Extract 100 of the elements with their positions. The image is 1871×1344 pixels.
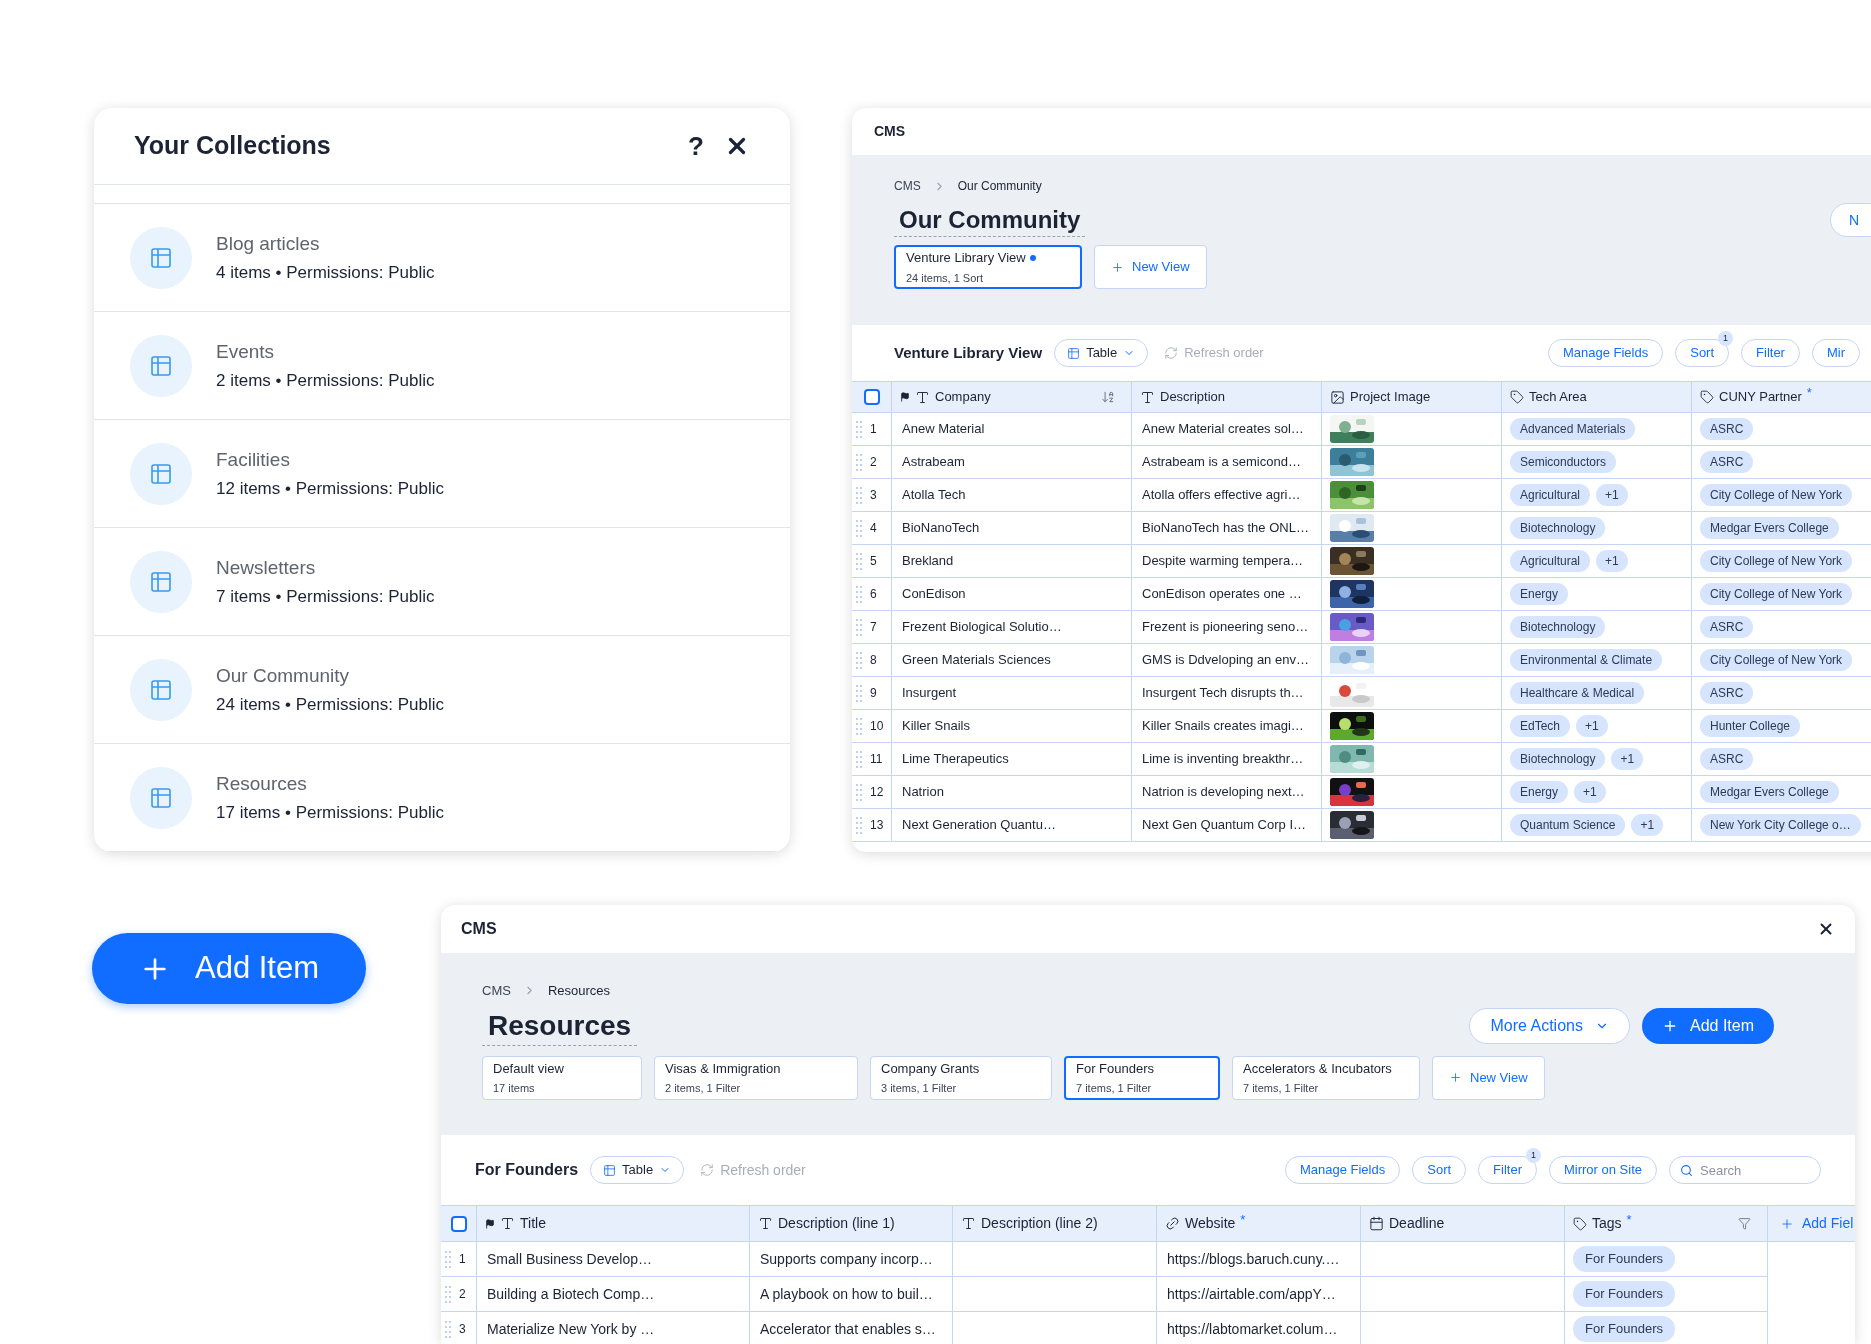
collection-item[interactable]: Blog articles 4 items • Permissions: Public — [94, 204, 790, 312]
breadcrumb-link[interactable]: Resources — [547, 981, 611, 1001]
collection-name: Our Community — [216, 663, 351, 688]
view-tab[interactable]: Company Grants 3 items, 1 Filter — [870, 1055, 1052, 1100]
drag-handle-icon[interactable] — [445, 1320, 451, 1338]
search-field[interactable]: Search — [1669, 1156, 1821, 1184]
filter-icon[interactable] — [1738, 1217, 1751, 1230]
collection-item[interactable]: Resources 17 items • Permissions: Public — [94, 744, 790, 852]
add-item-button[interactable]: Add Item — [1641, 1008, 1774, 1044]
column-header[interactable]: Website — [1185, 1213, 1236, 1234]
drag-handle-icon[interactable] — [445, 1250, 451, 1268]
view-tab[interactable]: For Founders 7 items, 1 Filter — [1064, 1055, 1220, 1100]
calendar-icon — [1369, 1216, 1384, 1231]
more-tags-pill[interactable]: +1 — [1596, 484, 1628, 506]
table-cell: https://labtomarket.colum… — [1157, 1312, 1361, 1344]
collection-item[interactable]: Events 2 items • Permissions: Public — [94, 312, 790, 420]
view-tab[interactable]: Visas & Immigration 2 items, 1 Filter — [654, 1055, 858, 1100]
table-cell: Small Business Develop… — [477, 1242, 750, 1277]
column-header[interactable]: Project Image — [1350, 387, 1431, 407]
toolbar-button[interactable]: Filter — [1741, 339, 1800, 367]
more-actions-button[interactable]: More Actions — [1469, 1008, 1630, 1044]
row-number: 7 — [870, 619, 877, 636]
actions-button[interactable]: N — [1830, 203, 1871, 237]
column-header[interactable]: CUNY Partner — [1719, 387, 1802, 407]
drag-handle-icon[interactable] — [856, 486, 862, 504]
drag-handle-icon[interactable] — [856, 552, 862, 570]
collection-item[interactable]: Our Community 24 items • Permissions: Public — [94, 636, 790, 744]
toolbar-button[interactable]: Manage Fields — [1547, 339, 1664, 367]
drag-handle-icon[interactable] — [856, 717, 862, 735]
more-tags-pill[interactable]: +1 — [1596, 550, 1628, 572]
table-cell: Natrion — [892, 776, 1132, 809]
table-cell: GMS is Ddveloping an env… — [1132, 644, 1322, 677]
tag-pill: Biotechnology — [1510, 748, 1606, 770]
window-title: CMS — [874, 122, 906, 141]
table-cell: Next Gen Quantum Corp I… — [1132, 809, 1322, 842]
drag-handle-icon[interactable] — [856, 750, 862, 768]
sort-icon[interactable] — [1101, 390, 1115, 404]
drag-handle-icon[interactable] — [856, 651, 862, 669]
table-cell: BioNanoTech has the ONL… — [1132, 512, 1322, 545]
more-tags-pill[interactable]: +1 — [1631, 814, 1664, 836]
column-header[interactable]: Description (line 2) — [981, 1213, 1098, 1234]
breadcrumb-link[interactable]: Our Community — [957, 177, 1042, 195]
more-tags-pill[interactable]: +1 — [1576, 715, 1608, 737]
column-header[interactable]: Deadline — [1389, 1213, 1445, 1234]
column-header[interactable]: Tags — [1592, 1213, 1622, 1234]
page-title: Resources — [482, 1006, 638, 1046]
column-header[interactable]: Description — [1160, 387, 1226, 407]
table-cell: Accelerator that enables s… — [750, 1312, 953, 1344]
drag-handle-icon[interactable] — [445, 1285, 451, 1303]
drag-handle-icon[interactable] — [856, 420, 862, 438]
new-view-button[interactable]: New View — [1432, 1055, 1545, 1100]
drag-handle-icon[interactable] — [856, 453, 862, 471]
drag-handle-icon[interactable] — [856, 783, 862, 801]
drag-handle-icon[interactable] — [856, 585, 862, 603]
collection-details: 12 items • Permissions: Public — [216, 478, 444, 500]
row-number: 13 — [870, 817, 884, 834]
table-cell: Materialize New York by … — [477, 1312, 750, 1344]
drag-handle-icon[interactable] — [856, 519, 862, 537]
table-cell: Green Materials Sciences — [892, 644, 1132, 677]
column-header[interactable]: Description (line 1) — [778, 1213, 895, 1234]
drag-handle-icon[interactable] — [856, 684, 862, 702]
collection-name: Resources — [216, 771, 308, 796]
breadcrumb-link[interactable]: CMS — [482, 981, 511, 1001]
layout-dropdown[interactable]: Table — [590, 1156, 685, 1184]
breadcrumb-link[interactable]: CMS — [894, 177, 921, 195]
toolbar-button[interactable]: Manage Fields — [1284, 1156, 1401, 1184]
tag-pill: Advanced Materials — [1510, 418, 1636, 440]
help-button[interactable]: ? — [688, 126, 704, 166]
more-tags-pill[interactable]: +1 — [1574, 781, 1606, 803]
column-header[interactable]: Tech Area — [1529, 387, 1587, 407]
toolbar-button[interactable]: Sort — [1412, 1156, 1467, 1184]
drag-handle-icon[interactable] — [856, 816, 862, 834]
collection-details: 17 items • Permissions: Public — [216, 802, 444, 824]
table-cell: Killer Snails creates imagi… — [1132, 710, 1322, 743]
collection-item[interactable]: Newsletters 7 items • Permissions: Public — [94, 528, 790, 636]
tag-pill: City College of New York — [1700, 550, 1853, 572]
view-tab[interactable]: Default view 17 items — [482, 1055, 642, 1100]
select-all-checkbox[interactable] — [863, 389, 880, 405]
table-cell: Supports company incorp… — [750, 1242, 953, 1277]
column-header[interactable]: Title — [520, 1213, 546, 1234]
row-number: 8 — [870, 652, 877, 669]
tag-pill: Environmental & Climate — [1510, 649, 1663, 671]
view-tab[interactable]: Venture Library View 24 items, 1 Sort — [894, 245, 1082, 289]
row-number: 4 — [870, 520, 877, 537]
column-header[interactable]: Company — [935, 387, 991, 407]
tag-pill: EdTech — [1510, 715, 1571, 737]
collection-item[interactable]: Facilities 12 items • Permissions: Public — [94, 420, 790, 528]
collection-details: 7 items • Permissions: Public — [216, 586, 435, 608]
select-all-checkbox[interactable] — [450, 1215, 467, 1232]
layout-dropdown[interactable]: Table — [1054, 339, 1149, 367]
tag-pill: For Founders — [1573, 1316, 1676, 1342]
drag-handle-icon[interactable] — [856, 618, 862, 636]
more-tags-pill[interactable]: +1 — [1611, 748, 1644, 770]
new-view-button[interactable]: New View — [1094, 245, 1207, 289]
view-tab[interactable]: Accelerators & Incubators 7 items, 1 Filter — [1232, 1055, 1420, 1100]
toolbar-button[interactable]: Mirror on Site — [1548, 1156, 1657, 1184]
add-item-button[interactable]: Add Item — [92, 933, 366, 1004]
table-cell: BioNanoTech — [892, 512, 1132, 545]
collection-details: 4 items • Permissions: Public — [216, 262, 435, 284]
toolbar-button[interactable]: Mir — [1811, 339, 1860, 367]
